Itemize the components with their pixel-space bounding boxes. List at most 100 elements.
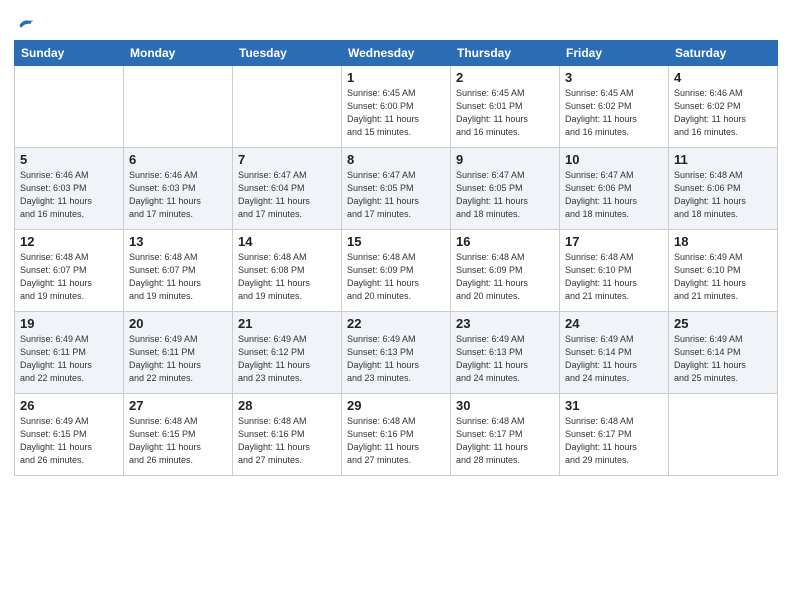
- calendar-cell: [124, 66, 233, 148]
- calendar-cell: 3 Sunrise: 6:45 AM Sunset: 6:02 PM Daylig…: [560, 66, 669, 148]
- day-info: Sunrise: 6:46 AM Sunset: 6:02 PM Dayligh…: [674, 87, 772, 139]
- calendar-cell: 12Sunrise: 6:48 AM Sunset: 6:07 PM Dayli…: [15, 230, 124, 312]
- header: [14, 10, 778, 34]
- day-number: 31: [565, 398, 663, 413]
- day-info: Sunrise: 6:49 AM Sunset: 6:15 PM Dayligh…: [20, 415, 118, 467]
- calendar-page: SundayMondayTuesdayWednesdayThursdayFrid…: [0, 0, 792, 612]
- day-info: Sunrise: 6:48 AM Sunset: 6:17 PM Dayligh…: [565, 415, 663, 467]
- calendar-week-4: 19 Sunrise: 6:49 AM Sunset: 6:11 PM Dayli…: [15, 312, 778, 394]
- day-number: 24: [565, 316, 663, 331]
- calendar-cell: 27 Sunrise: 6:48 AM Sunset: 6:15 PM Dayli…: [124, 394, 233, 476]
- day-number: 7: [238, 152, 336, 167]
- day-info: Sunrise: 6:48 AM Sunset: 6:08 PM Dayligh…: [238, 251, 336, 303]
- day-number: 6: [129, 152, 227, 167]
- day-info: Sunrise: 6:49 AM Sunset: 6:12 PM Dayligh…: [238, 333, 336, 385]
- calendar-cell: [233, 66, 342, 148]
- day-info: Sunrise: 6:49 AM Sunset: 6:11 PM Dayligh…: [20, 333, 118, 385]
- day-number: 18: [674, 234, 772, 249]
- day-info: Sunrise: 6:46 AM Sunset: 6:03 PM Dayligh…: [20, 169, 118, 221]
- day-number: 20: [129, 316, 227, 331]
- day-number: 17: [565, 234, 663, 249]
- day-number: 11: [674, 152, 772, 167]
- day-number: 16: [456, 234, 554, 249]
- calendar-cell: 24 Sunrise: 6:49 AM Sunset: 6:14 PM Dayli…: [560, 312, 669, 394]
- header-thursday: Thursday: [451, 41, 560, 66]
- day-info: Sunrise: 6:48 AM Sunset: 6:07 PM Dayligh…: [20, 251, 118, 303]
- calendar-cell: 19 Sunrise: 6:49 AM Sunset: 6:11 PM Dayli…: [15, 312, 124, 394]
- calendar-cell: 18 Sunrise: 6:49 AM Sunset: 6:10 PM Dayli…: [669, 230, 778, 312]
- calendar-cell: 9Sunrise: 6:47 AM Sunset: 6:05 PM Daylig…: [451, 148, 560, 230]
- day-number: 23: [456, 316, 554, 331]
- calendar-cell: 17 Sunrise: 6:48 AM Sunset: 6:10 PM Dayli…: [560, 230, 669, 312]
- day-number: 19: [20, 316, 118, 331]
- day-info: Sunrise: 6:47 AM Sunset: 6:06 PM Dayligh…: [565, 169, 663, 221]
- calendar-cell: 26 Sunrise: 6:49 AM Sunset: 6:15 PM Dayli…: [15, 394, 124, 476]
- day-number: 28: [238, 398, 336, 413]
- day-info: Sunrise: 6:49 AM Sunset: 6:14 PM Dayligh…: [674, 333, 772, 385]
- header-sunday: Sunday: [15, 41, 124, 66]
- day-info: Sunrise: 6:47 AM Sunset: 6:04 PM Dayligh…: [238, 169, 336, 221]
- calendar-cell: 28 Sunrise: 6:48 AM Sunset: 6:16 PM Dayli…: [233, 394, 342, 476]
- calendar-cell: 25 Sunrise: 6:49 AM Sunset: 6:14 PM Dayli…: [669, 312, 778, 394]
- day-number: 30: [456, 398, 554, 413]
- calendar-cell: 4 Sunrise: 6:46 AM Sunset: 6:02 PM Daylig…: [669, 66, 778, 148]
- calendar-cell: 10 Sunrise: 6:47 AM Sunset: 6:06 PM Dayli…: [560, 148, 669, 230]
- calendar-cell: 30 Sunrise: 6:48 AM Sunset: 6:17 PM Dayli…: [451, 394, 560, 476]
- day-info: Sunrise: 6:48 AM Sunset: 6:10 PM Dayligh…: [565, 251, 663, 303]
- day-number: 15: [347, 234, 445, 249]
- day-info: Sunrise: 6:47 AM Sunset: 6:05 PM Dayligh…: [347, 169, 445, 221]
- day-info: Sunrise: 6:45 AM Sunset: 6:00 PM Dayligh…: [347, 87, 445, 139]
- header-friday: Friday: [560, 41, 669, 66]
- day-info: Sunrise: 6:46 AM Sunset: 6:03 PM Dayligh…: [129, 169, 227, 221]
- day-info: Sunrise: 6:45 AM Sunset: 6:02 PM Dayligh…: [565, 87, 663, 139]
- day-number: 8: [347, 152, 445, 167]
- calendar-cell: 23 Sunrise: 6:49 AM Sunset: 6:13 PM Dayli…: [451, 312, 560, 394]
- day-number: 5: [20, 152, 118, 167]
- calendar-cell: 11 Sunrise: 6:48 AM Sunset: 6:06 PM Dayli…: [669, 148, 778, 230]
- calendar-cell: 22Sunrise: 6:49 AM Sunset: 6:13 PM Dayli…: [342, 312, 451, 394]
- day-number: 2: [456, 70, 554, 85]
- day-number: 25: [674, 316, 772, 331]
- day-info: Sunrise: 6:48 AM Sunset: 6:06 PM Dayligh…: [674, 169, 772, 221]
- calendar-cell: 2 Sunrise: 6:45 AM Sunset: 6:01 PM Daylig…: [451, 66, 560, 148]
- day-number: 10: [565, 152, 663, 167]
- day-number: 26: [20, 398, 118, 413]
- calendar-week-5: 26 Sunrise: 6:49 AM Sunset: 6:15 PM Dayli…: [15, 394, 778, 476]
- day-number: 21: [238, 316, 336, 331]
- logo: [14, 14, 36, 34]
- header-monday: Monday: [124, 41, 233, 66]
- day-info: Sunrise: 6:48 AM Sunset: 6:17 PM Dayligh…: [456, 415, 554, 467]
- day-info: Sunrise: 6:48 AM Sunset: 6:15 PM Dayligh…: [129, 415, 227, 467]
- calendar-table: SundayMondayTuesdayWednesdayThursdayFrid…: [14, 40, 778, 476]
- day-number: 9: [456, 152, 554, 167]
- day-number: 3: [565, 70, 663, 85]
- header-saturday: Saturday: [669, 41, 778, 66]
- logo-bird-icon: [16, 14, 36, 34]
- day-number: 14: [238, 234, 336, 249]
- day-info: Sunrise: 6:45 AM Sunset: 6:01 PM Dayligh…: [456, 87, 554, 139]
- day-info: Sunrise: 6:49 AM Sunset: 6:13 PM Dayligh…: [347, 333, 445, 385]
- day-number: 13: [129, 234, 227, 249]
- day-number: 27: [129, 398, 227, 413]
- calendar-cell: [15, 66, 124, 148]
- calendar-cell: 13Sunrise: 6:48 AM Sunset: 6:07 PM Dayli…: [124, 230, 233, 312]
- calendar-week-3: 12Sunrise: 6:48 AM Sunset: 6:07 PM Dayli…: [15, 230, 778, 312]
- calendar-cell: 7 Sunrise: 6:47 AM Sunset: 6:04 PM Daylig…: [233, 148, 342, 230]
- calendar-cell: 1Sunrise: 6:45 AM Sunset: 6:00 PM Daylig…: [342, 66, 451, 148]
- day-info: Sunrise: 6:49 AM Sunset: 6:14 PM Dayligh…: [565, 333, 663, 385]
- header-wednesday: Wednesday: [342, 41, 451, 66]
- calendar-cell: 6 Sunrise: 6:46 AM Sunset: 6:03 PM Daylig…: [124, 148, 233, 230]
- calendar-cell: 21 Sunrise: 6:49 AM Sunset: 6:12 PM Dayli…: [233, 312, 342, 394]
- calendar-cell: 15 Sunrise: 6:48 AM Sunset: 6:09 PM Dayli…: [342, 230, 451, 312]
- day-info: Sunrise: 6:49 AM Sunset: 6:13 PM Dayligh…: [456, 333, 554, 385]
- header-tuesday: Tuesday: [233, 41, 342, 66]
- day-info: Sunrise: 6:49 AM Sunset: 6:10 PM Dayligh…: [674, 251, 772, 303]
- day-info: Sunrise: 6:48 AM Sunset: 6:09 PM Dayligh…: [347, 251, 445, 303]
- day-info: Sunrise: 6:48 AM Sunset: 6:16 PM Dayligh…: [347, 415, 445, 467]
- day-number: 4: [674, 70, 772, 85]
- day-info: Sunrise: 6:49 AM Sunset: 6:11 PM Dayligh…: [129, 333, 227, 385]
- calendar-week-1: 1Sunrise: 6:45 AM Sunset: 6:00 PM Daylig…: [15, 66, 778, 148]
- calendar-cell: 5 Sunrise: 6:46 AM Sunset: 6:03 PM Daylig…: [15, 148, 124, 230]
- day-info: Sunrise: 6:48 AM Sunset: 6:16 PM Dayligh…: [238, 415, 336, 467]
- day-number: 29: [347, 398, 445, 413]
